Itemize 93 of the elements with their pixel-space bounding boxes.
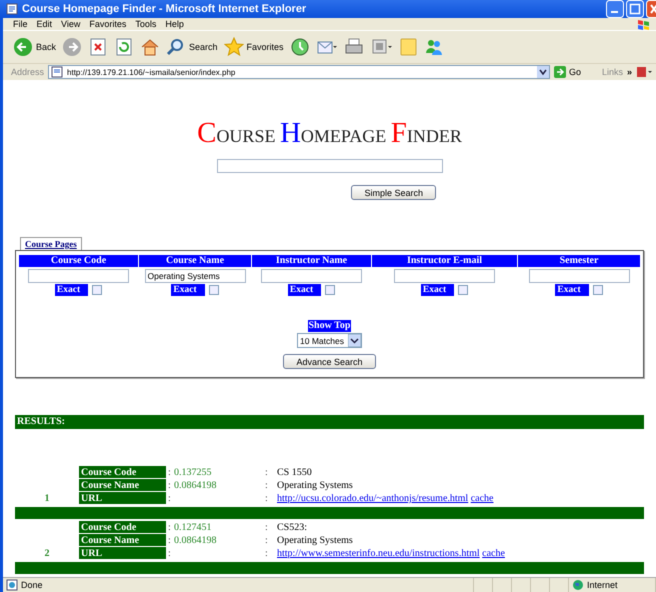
separator: : [167,521,171,534]
address-text: http://139.179.21.106/~ismaila/senior/index.php [67,68,236,76]
window-title: Course Homepage Finder - Microsoft Internet Explorer [22,3,308,15]
field-label: Course Code [79,466,166,479]
exact-label: Exact [171,284,205,296]
text-field[interactable] [528,269,630,283]
show-top-label: Show Top [308,320,352,332]
go-button[interactable]: Go [554,66,590,78]
exact-label: Exact [420,284,454,296]
menu-item[interactable]: File [13,19,28,29]
text-field[interactable] [261,269,362,283]
close-icon[interactable] [646,0,656,18]
separator: : [167,479,171,492]
score-text: 0.0864198 [173,479,218,492]
address-field[interactable]: http://139.179.21.106/~ismaila/senior/index.php [48,65,550,79]
field-value: CS523: [277,521,308,534]
field-label: URL [79,492,166,505]
menu-item[interactable]: View [61,19,80,29]
exact-checkbox[interactable] [592,285,603,295]
exact-label: Exact [555,284,589,296]
column-header: Instructor E-mail [372,255,517,267]
globe-icon [572,579,584,591]
forward-icon[interactable] [62,37,82,57]
matches-dropdown[interactable]: 10 Matches [297,333,362,348]
separator: : [264,534,269,547]
search-button[interactable]: Search [166,37,218,57]
field-label: URL [79,547,166,560]
exact-checkbox[interactable] [325,285,336,295]
menu-item[interactable]: Favorites [89,19,126,29]
zone-text: Internet [587,580,618,590]
exact-label: Exact [54,284,88,296]
home-icon[interactable] [140,37,160,57]
result-number: 1 [44,492,50,505]
more-button[interactable]: » [626,67,632,77]
arrow-icon [554,66,566,78]
separator: : [167,534,171,547]
separator: : [167,466,171,479]
text-field[interactable]: Operating Systems [144,269,246,283]
star-button[interactable]: Favorites [224,37,284,57]
separator: : [264,492,269,505]
maximize-icon[interactable] [626,0,644,18]
windows-logo-icon [636,18,652,30]
exact-label: Exact [288,284,322,296]
status-text: Done [21,580,43,590]
separator: : [264,479,269,492]
menu-item[interactable]: Edit [36,19,52,29]
page-title: COURSE HOMEPAGE FINDER [196,120,463,146]
result-link[interactable]: http://www.semesterinfo.neu.edu/instructions.html [277,548,480,559]
advance-search-button[interactable]: Advance Search [283,354,376,369]
course-pages-tab[interactable]: Course Pages [20,237,82,250]
dropdown-arrow-icon [348,334,361,347]
score-text: 0.137255 [173,466,212,479]
back-icon [13,37,33,57]
menu-item[interactable]: Tools [135,19,156,29]
column-header: Course Code [19,255,138,267]
field-label: Course Name [79,534,166,547]
text-field[interactable] [28,269,129,283]
field-value: Operating Systems [277,479,353,492]
exact-checkbox[interactable] [458,285,468,295]
exact-checkbox[interactable] [208,285,219,295]
field-label: Course Name [79,479,166,492]
people-icon[interactable] [424,37,444,57]
column-header: Course Name [139,255,251,267]
field-value: CS 1550 [277,466,312,479]
stop-icon[interactable] [88,37,108,57]
score-text: 0.0864198 [173,534,218,547]
separator: : [167,492,171,505]
minimize-icon[interactable] [606,0,624,18]
results-heading: RESULTS: [15,415,644,429]
cache-link[interactable]: cache [470,493,494,504]
separator: : [264,466,269,479]
result-number: 2 [44,547,50,560]
address-label: Address [11,67,44,77]
field-value: Operating Systems [277,534,353,547]
back-button[interactable]: Back [13,37,56,57]
note-icon[interactable] [398,37,418,57]
separator: : [264,547,269,560]
exact-checkbox[interactable] [92,285,102,295]
column-header: Instructor Name [252,255,371,267]
column-header: Semester [518,255,640,267]
menu-item[interactable]: Help [165,19,184,29]
clock-icon[interactable] [290,37,310,57]
simple-search-button[interactable]: Simple Search [351,185,436,200]
separator: : [167,547,171,560]
field-label: Course Code [79,521,166,534]
text-field[interactable] [394,269,495,283]
separator: : [264,521,269,534]
cache-link[interactable]: cache [482,548,505,559]
search-field[interactable] [216,159,442,173]
result-link[interactable]: http://ucsu.colorado.edu/~anthonjs/resume.html [277,493,468,504]
score-text: 0.127451 [173,521,212,534]
refresh-icon[interactable] [114,37,134,57]
star-icon [224,37,244,57]
